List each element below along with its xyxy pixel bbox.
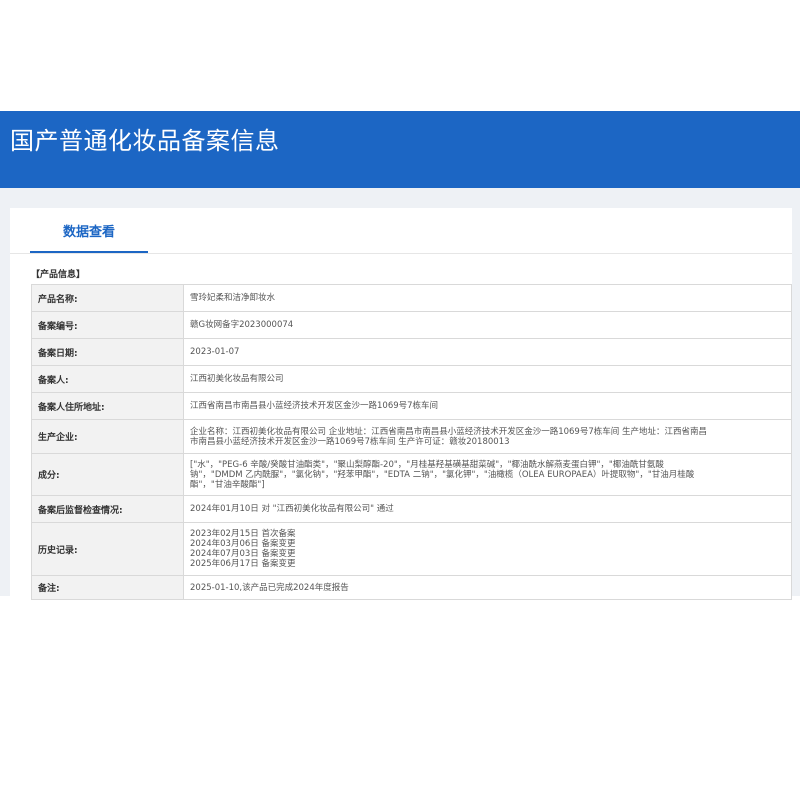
row-label-manufacturer: 生产企业:: [31, 419, 184, 454]
row-label-filing-number: 备案编号:: [31, 311, 184, 339]
row-label-filing-date: 备案日期:: [31, 338, 184, 366]
table-row: 备案人: 江西初美化妆品有限公司: [31, 365, 792, 393]
row-value-remarks: 2025-01-10,该产品已完成2024年度报告: [183, 575, 792, 600]
row-value-filing-number: 赣G妆网备字2023000074: [183, 311, 792, 339]
history-entry: 2024年03月06日 备案变更: [190, 539, 296, 549]
ingredients-line: 酯"，"甘油辛酸酯"]: [190, 479, 265, 490]
row-label-history: 历史记录:: [31, 522, 184, 576]
row-value-history: 2023年02月15日 首次备案 2024年03月06日 备案变更 2024年0…: [183, 522, 792, 576]
tab-data-view[interactable]: 数据查看: [30, 218, 148, 252]
history-entry: 2024年07月03日 备案变更: [190, 549, 296, 559]
row-value-supervision: 2024年01月10日 对 "江西初美化妆品有限公司" 通过: [183, 495, 792, 523]
table-row: 备案编号: 赣G妆网备字2023000074: [31, 311, 792, 339]
tab-label: 数据查看: [62, 225, 115, 240]
history-entry: 2023年02月15日 首次备案: [190, 529, 296, 539]
tab-divider: [10, 253, 792, 254]
page-title: 国产普通化妆品备案信息: [10, 127, 280, 155]
table-row: 备案日期: 2023-01-07: [31, 338, 792, 366]
table-row: 备注: 2025-01-10,该产品已完成2024年度报告: [31, 575, 792, 600]
row-label-ingredients: 成分:: [31, 453, 184, 496]
manufacturer-line: 企业名称：江西初美化妆品有限公司 企业地址：江西省南昌市南昌县小蓝经济技术开发区…: [190, 426, 707, 437]
table-row: 成分: ["水"，"PEG-6 辛酸/癸酸甘油酯类"，"聚山梨醇酯-20"，"月…: [31, 453, 792, 496]
row-value-filing-date: 2023-01-07: [183, 338, 792, 366]
row-value-ingredients: ["水"，"PEG-6 辛酸/癸酸甘油酯类"，"聚山梨醇酯-20"，"月桂基羟基…: [183, 453, 792, 496]
table-row: 备案后监督检查情况: 2024年01月10日 对 "江西初美化妆品有限公司" 通…: [31, 495, 792, 523]
ingredients-line: 钠"，"DMDM 乙内酰脲"，"氯化钠"，"羟苯甲酯"，"EDTA 二钠"，"氯…: [190, 469, 695, 480]
row-label-filer-address: 备案人住所地址:: [31, 392, 184, 420]
row-label-remarks: 备注:: [31, 575, 184, 600]
manufacturer-line: 市南昌县小蓝经济技术开发区金沙一路1069号7栋车间 生产许可证：赣妆20180…: [190, 436, 510, 447]
product-info-table: 产品名称: 雪玲妃柔和洁净卸妆水 备案编号: 赣G妆网备字2023000074 …: [31, 284, 792, 600]
row-value-filer-address: 江西省南昌市南昌县小蓝经济技术开发区金沙一路1069号7栋车间: [183, 392, 792, 420]
history-entry: 2025年06月17日 备案变更: [190, 559, 296, 569]
row-value-product-name: 雪玲妃柔和洁净卸妆水: [183, 284, 792, 312]
row-label-filer: 备案人:: [31, 365, 184, 393]
section-label-product-info: 【产品信息】: [31, 270, 86, 280]
table-row: 历史记录: 2023年02月15日 首次备案 2024年03月06日 备案变更 …: [31, 522, 792, 576]
row-label-supervision: 备案后监督检查情况:: [31, 495, 184, 523]
row-label-product-name: 产品名称:: [31, 284, 184, 312]
row-value-manufacturer: 企业名称：江西初美化妆品有限公司 企业地址：江西省南昌市南昌县小蓝经济技术开发区…: [183, 419, 792, 454]
top-blank-area: [0, 0, 800, 111]
ingredients-line: ["水"，"PEG-6 辛酸/癸酸甘油酯类"，"聚山梨醇酯-20"，"月桂基羟基…: [190, 459, 664, 470]
table-row: 生产企业: 企业名称：江西初美化妆品有限公司 企业地址：江西省南昌市南昌县小蓝经…: [31, 419, 792, 454]
table-row: 产品名称: 雪玲妃柔和洁净卸妆水: [31, 284, 792, 312]
row-value-filer: 江西初美化妆品有限公司: [183, 365, 792, 393]
table-row: 备案人住所地址: 江西省南昌市南昌县小蓝经济技术开发区金沙一路1069号7栋车间: [31, 392, 792, 420]
